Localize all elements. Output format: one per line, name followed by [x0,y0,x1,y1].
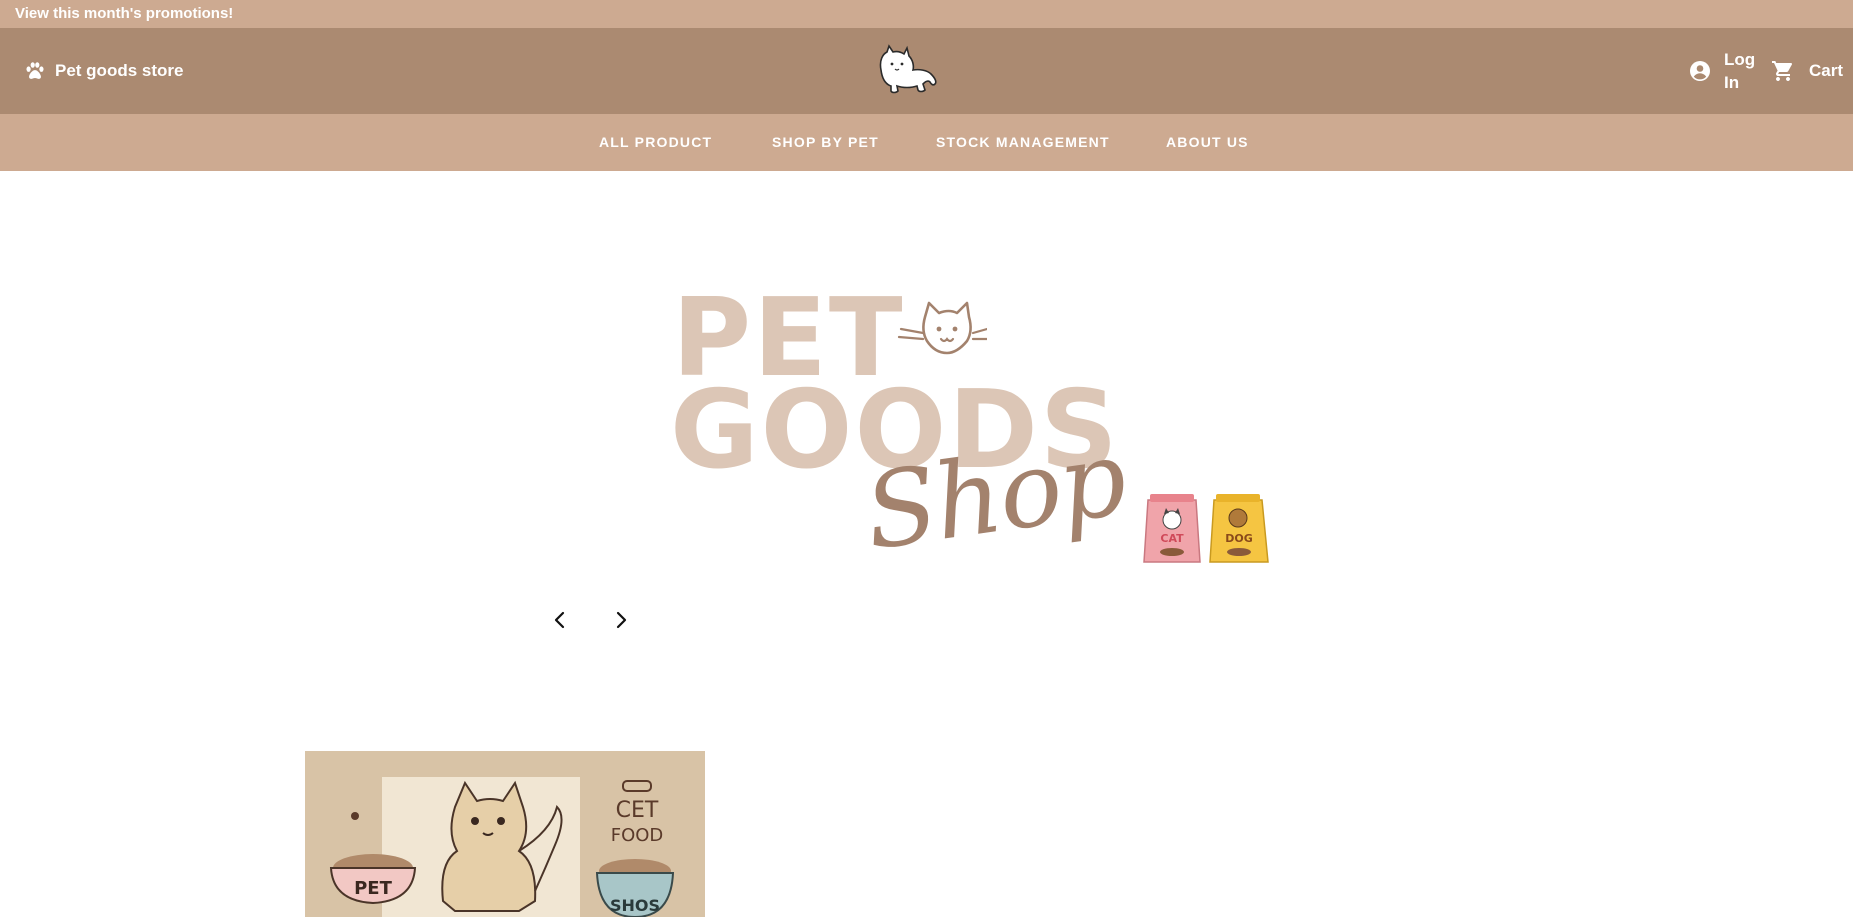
brand-link[interactable]: Pet goods store [24,28,183,114]
sign-line2: FOOD [611,825,664,846]
site-header: Pet goods store Log In Cart [0,28,1853,114]
cat-bag-label: CAT [1160,532,1184,545]
brand-name: Pet goods store [55,61,184,80]
product-card-image[interactable]: PET CET FOOD SHOS [305,751,705,917]
login-label: Log In [1724,50,1756,92]
main-nav: ALL PRODUCT SHOP BY PET STOCK MANAGEMENT… [0,114,1853,171]
paw-icon [26,62,44,79]
cart-link[interactable]: Cart [1771,28,1843,114]
login-link[interactable]: Log In [1688,28,1758,114]
slider-next-button[interactable] [611,609,631,631]
cat-logo-icon[interactable] [873,44,939,94]
slider-prev-button[interactable] [550,609,570,631]
pet-food-bags-illustration: CAT DOG [1143,494,1269,563]
nav-item-shop-by-pet[interactable]: SHOP BY PET [772,114,879,171]
dog-bag-label: DOG [1225,532,1253,545]
promo-bar: View this month's promotions! [0,0,1853,28]
nav-item-all-product[interactable]: ALL PRODUCT [599,114,712,171]
account-circle-icon [1690,61,1710,81]
cat-face-icon [897,301,987,355]
sign-line1: CET [616,798,659,823]
chevron-right-icon [616,611,627,629]
nav-item-about-us[interactable]: ABOUT US [1166,114,1249,171]
nav-item-stock-management[interactable]: STOCK MANAGEMENT [936,114,1110,171]
shopping-cart-icon [1772,61,1792,81]
chevron-left-icon [554,611,565,629]
bowl-right-label: SHOS [610,896,660,915]
cart-label: Cart [1809,61,1844,80]
cat-food-illustration: PET CET FOOD SHOS [305,751,705,917]
promotions-link[interactable]: View this month's promotions! [15,5,233,22]
bowl-left-label: PET [354,878,392,899]
